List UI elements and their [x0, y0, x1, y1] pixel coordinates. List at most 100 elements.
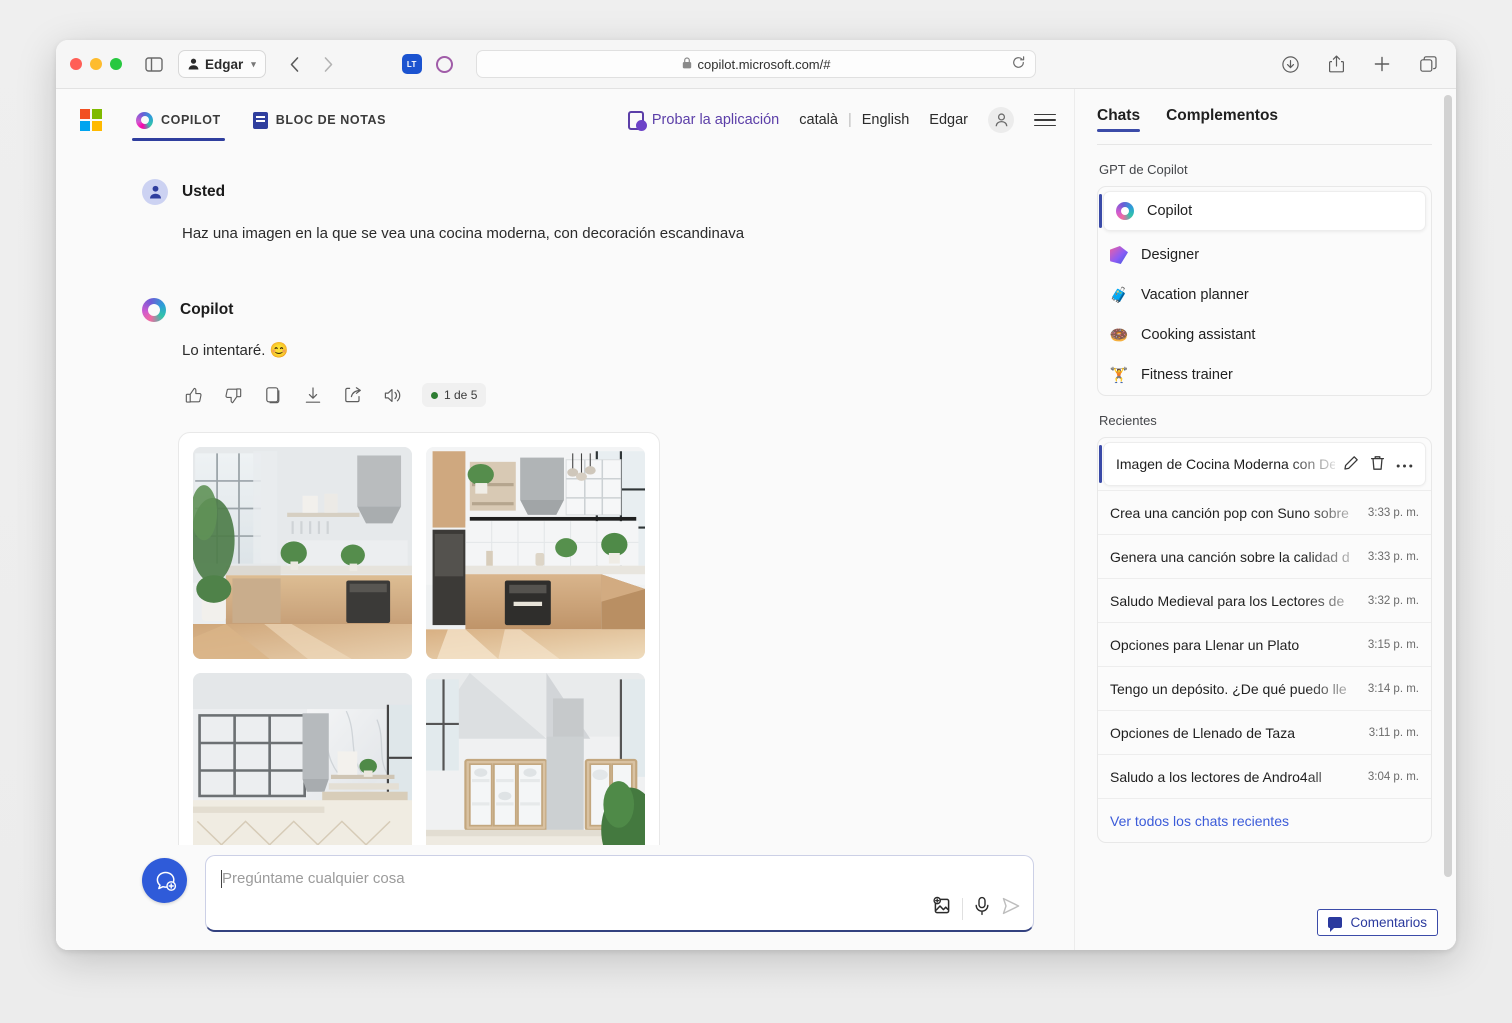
app-header: COPILOT BLOC DE NOTAS Probar la aplicaci… — [56, 89, 1074, 151]
microphone-icon[interactable] — [973, 896, 991, 921]
close-window-button[interactable] — [70, 58, 82, 70]
tab-copilot[interactable]: COPILOT — [132, 89, 225, 151]
gpt-item-cooking-assistant[interactable]: 🍩 Cooking assistant — [1098, 315, 1431, 355]
share-icon[interactable] — [338, 380, 368, 410]
speaker-icon[interactable] — [378, 380, 408, 410]
tab-overview-icon[interactable] — [1414, 51, 1442, 77]
share-icon[interactable] — [1322, 51, 1350, 77]
recent-chat-item[interactable]: Opciones para Llenar un Plato 3:15 p. m. — [1098, 622, 1431, 666]
language-option-english[interactable]: English — [862, 112, 910, 128]
recent-chat-title: Opciones para Llenar un Plato — [1110, 636, 1300, 653]
message-input[interactable]: Pregúntame cualquier cosa — [205, 855, 1034, 932]
more-options-icon[interactable] — [1396, 456, 1413, 472]
language-separator: | — [847, 112, 852, 128]
recent-chat-time: 3:04 p. m. — [1367, 770, 1419, 783]
recent-chat-item[interactable]: Saludo a los lectores de Andro4all 3:04 … — [1098, 754, 1431, 798]
maximize-window-button[interactable] — [110, 58, 122, 70]
generated-image-3[interactable] — [193, 673, 412, 845]
download-icon[interactable] — [298, 380, 328, 410]
generated-image-1[interactable] — [193, 447, 412, 659]
edit-icon[interactable] — [1343, 455, 1359, 474]
language-option-catala[interactable]: català — [799, 112, 838, 128]
browser-window: Edgar ▾ LT copilot.microsoft.com/# COPIL… — [56, 40, 1456, 950]
message-input-placeholder: Pregúntame cualquier cosa — [222, 870, 405, 887]
composer-area: Pregúntame cualquier cosa — [56, 845, 1074, 950]
recent-chat-item[interactable]: Genera una canción sobre la calidad d 3:… — [1098, 534, 1431, 578]
copy-icon[interactable] — [258, 380, 288, 410]
recent-chat-item[interactable]: Opciones de Llenado de Taza 3:11 p. m. — [1098, 710, 1431, 754]
delete-icon[interactable] — [1370, 455, 1385, 474]
person-icon — [995, 113, 1007, 127]
lock-icon — [682, 56, 692, 72]
recent-chat-title: Crea una canción pop con Suno sobre — [1110, 504, 1349, 521]
minimize-window-button[interactable] — [90, 58, 102, 70]
recent-chat-time: 3:33 p. m. — [1367, 506, 1419, 519]
chevron-down-icon: ▾ — [251, 58, 256, 69]
recent-chat-time: 3:11 p. m. — [1368, 726, 1419, 739]
recent-chat-time: 3:32 p. m. — [1367, 594, 1419, 607]
user-message: Usted Haz una imagen en la que se vea un… — [142, 179, 1034, 246]
thumbs-up-icon[interactable] — [178, 380, 208, 410]
generated-image-2[interactable] — [426, 447, 645, 659]
generated-image-4[interactable] — [426, 673, 645, 845]
try-app-button[interactable]: Probar la aplicación — [627, 110, 779, 131]
gpt-item-designer[interactable]: Designer — [1098, 235, 1431, 275]
recent-chat-item[interactable]: Imagen de Cocina Moderna con Decoración — [1099, 442, 1426, 486]
header-user-name[interactable]: Edgar — [929, 112, 968, 128]
gpt-item-fitness-trainer[interactable]: 🏋 Fitness trainer — [1098, 355, 1431, 395]
profile-chip-button[interactable]: Edgar ▾ — [178, 50, 266, 78]
designer-icon — [1110, 246, 1128, 264]
assistant-action-row: 1 de 5 — [178, 380, 1034, 410]
add-image-icon[interactable] — [932, 896, 952, 921]
browser-toolbar: Edgar ▾ LT copilot.microsoft.com/# — [56, 40, 1456, 89]
toolbar-right-icons — [1276, 51, 1442, 77]
gpt-item-label: Vacation planner — [1141, 287, 1249, 303]
reload-icon[interactable] — [1012, 56, 1025, 72]
nav-arrows — [280, 50, 344, 78]
feedback-button[interactable]: Comentarios — [1317, 909, 1438, 936]
gpt-item-copilot[interactable]: Copilot — [1099, 191, 1426, 231]
page-content: COPILOT BLOC DE NOTAS Probar la aplicaci… — [56, 89, 1456, 950]
avatar[interactable] — [988, 107, 1014, 133]
languagetool-extension-icon[interactable]: LT — [401, 54, 422, 74]
download-icon[interactable] — [1276, 51, 1304, 77]
sidebar-tabs: Chats Complementos — [1097, 107, 1432, 132]
tab-complementos[interactable]: Complementos — [1166, 107, 1278, 132]
gpt-item-vacation-planner[interactable]: 🧳 Vacation planner — [1098, 275, 1431, 315]
notebook-icon — [252, 111, 268, 129]
new-tab-icon[interactable] — [1368, 51, 1396, 77]
gpt-item-label: Cooking assistant — [1141, 327, 1256, 343]
microsoft-logo — [80, 109, 102, 131]
tab-notebook[interactable]: BLOC DE NOTAS — [249, 89, 390, 151]
recent-chat-title: Saludo Medieval para los Lectores de — [1110, 592, 1345, 609]
gpt-section-label: GPT de Copilot — [1099, 162, 1188, 177]
recent-chat-time: 3:14 p. m. — [1367, 682, 1419, 695]
recent-chat-item[interactable]: Crea una canción pop con Suno sobre 3:33… — [1098, 490, 1431, 534]
recent-chat-item[interactable]: Saludo Medieval para los Lectores de 3:3… — [1098, 578, 1431, 622]
recent-chat-item[interactable]: Tengo un depósito. ¿De qué puedo lle 3:1… — [1098, 666, 1431, 710]
hamburger-menu-icon[interactable] — [1034, 113, 1056, 127]
copilot-icon — [136, 111, 153, 129]
tab-chats[interactable]: Chats — [1097, 107, 1141, 132]
feedback-label: Comentarios — [1350, 915, 1427, 930]
send-icon[interactable] — [1001, 897, 1021, 920]
tool-divider — [962, 897, 963, 920]
thumbs-down-icon[interactable] — [218, 380, 248, 410]
image-count-badge: 1 de 5 — [422, 383, 487, 407]
forward-button[interactable] — [314, 50, 344, 78]
language-switcher: català | English — [799, 112, 909, 128]
back-button[interactable] — [280, 50, 310, 78]
new-chat-button[interactable] — [142, 858, 187, 903]
recent-chat-title: Opciones de Llenado de Taza — [1110, 724, 1295, 741]
see-all-recent-chats-link[interactable]: Ver todos los chats recientes — [1098, 798, 1431, 842]
tab-notebook-label: BLOC DE NOTAS — [275, 113, 387, 127]
circle-icon[interactable] — [435, 55, 453, 73]
page-scrollbar[interactable] — [1444, 95, 1452, 877]
address-bar[interactable]: copilot.microsoft.com/# — [476, 50, 1036, 78]
sidebar-toggle-icon[interactable] — [140, 51, 168, 77]
composer-tools — [932, 896, 1021, 921]
assistant-message-text: Lo intentaré. 😊 — [182, 341, 289, 359]
user-message-text: Haz una imagen en la que se vea una coci… — [182, 225, 745, 242]
person-icon — [188, 58, 199, 70]
gpt-item-label: Designer — [1141, 247, 1200, 263]
